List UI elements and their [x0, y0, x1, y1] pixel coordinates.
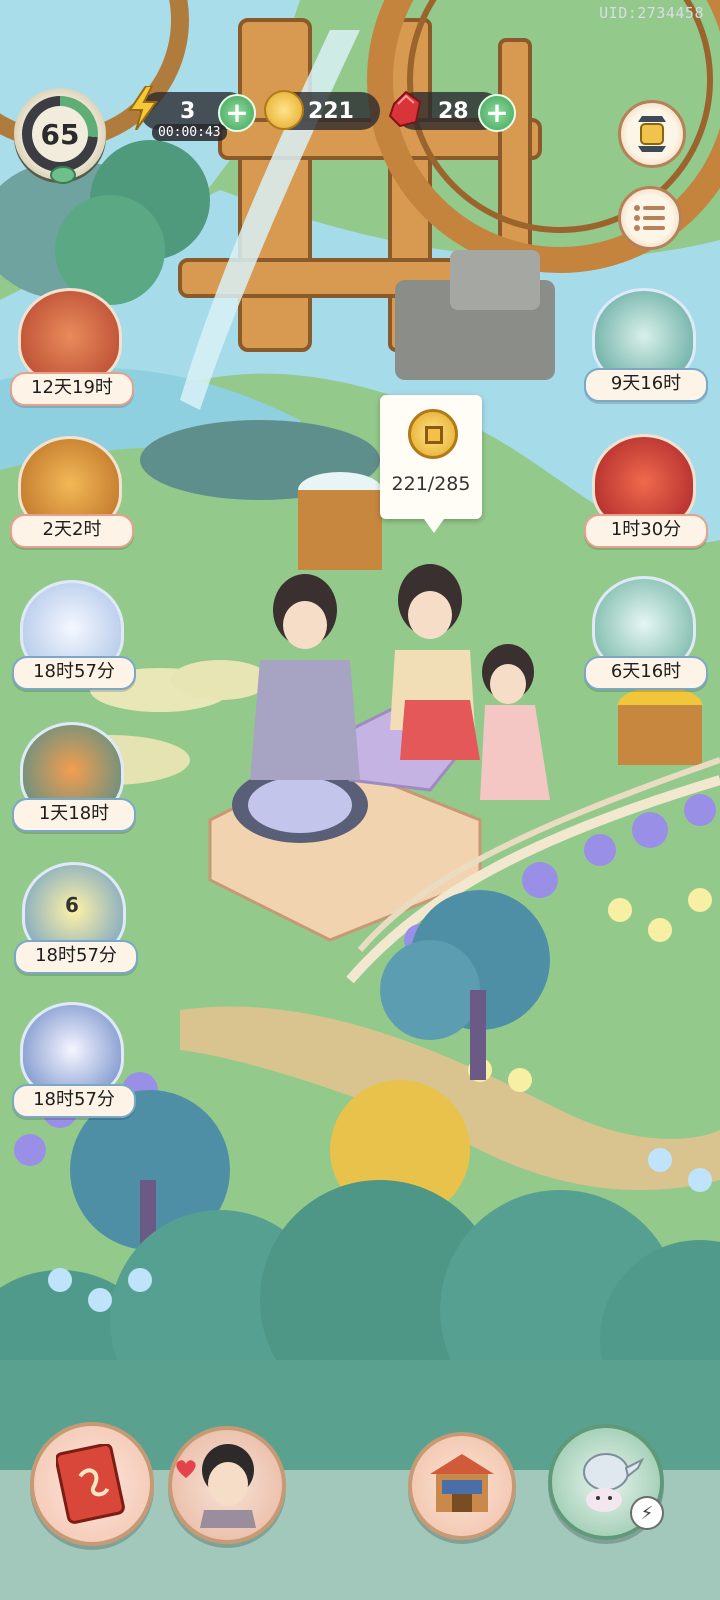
character-button[interactable] — [168, 1426, 286, 1544]
lantern-button[interactable] — [618, 100, 686, 168]
gem-value: 28 — [438, 98, 469, 124]
shop-button[interactable] — [408, 1432, 516, 1540]
heart-icon — [176, 1460, 196, 1478]
event-timer: 9天16时 — [584, 368, 708, 402]
list-menu-icon — [634, 205, 665, 231]
event-maple-festival[interactable]: 1天18时 — [12, 722, 136, 832]
event-cat-gift[interactable]: 6天16时 — [584, 576, 708, 690]
event-timer: 1时30分 — [584, 514, 708, 548]
event-timer: 18时57分 — [14, 940, 138, 974]
event-treasure-chest[interactable]: 2天2时 — [10, 436, 134, 548]
energy-value: 3 — [180, 98, 196, 124]
leaf-icon — [50, 166, 76, 184]
refresh-arrow-icon: ⚡ — [630, 1496, 664, 1530]
event-timer: 12天19时 — [10, 372, 134, 406]
red-book-icon — [56, 1444, 125, 1524]
character-portrait-icon — [200, 1444, 256, 1528]
add-gems-button[interactable]: + — [478, 94, 516, 132]
event-timer: 1天18时 — [12, 798, 136, 832]
event-timer: 18时57分 — [12, 656, 136, 690]
event-timer: 2天2时 — [10, 514, 134, 548]
event-spirit-beast[interactable]: 9天16时 — [584, 288, 708, 402]
event-lucky-cat-kite[interactable]: 18时57分 — [12, 1002, 136, 1118]
lotus-count-badge: 6 — [65, 893, 79, 917]
journal-button[interactable] — [30, 1422, 154, 1546]
event-timer: 18时57分 — [12, 1084, 136, 1118]
lightning-icon — [128, 86, 158, 130]
book-scroll-icon — [18, 288, 122, 384]
shop-building-icon — [430, 1454, 494, 1512]
coin-icon — [264, 90, 304, 130]
coin-value: 221 — [308, 98, 354, 124]
event-lotus[interactable]: 6 18时57分 — [14, 862, 138, 974]
coin-icon — [408, 409, 458, 459]
event-book-scroll[interactable]: 12天19时 — [10, 288, 134, 406]
energy-timer: 00:00:43 — [152, 124, 227, 141]
event-timer: 6天16时 — [584, 656, 708, 690]
tea-button[interactable]: ⚡ — [548, 1424, 664, 1540]
ruby-gem-icon — [388, 90, 422, 128]
coin-collect-bubble[interactable]: 221/285 — [380, 395, 482, 533]
lantern-icon — [638, 116, 666, 152]
event-snowman[interactable]: 18时57分 — [12, 580, 136, 690]
player-level-badge[interactable]: 65 — [14, 88, 106, 184]
player-level: 65 — [32, 106, 88, 162]
event-red-gift-box[interactable]: 1时30分 — [584, 434, 708, 548]
level-progress-ring: 65 — [22, 96, 98, 172]
menu-button[interactable] — [618, 186, 682, 250]
coin-progress: 221/285 — [391, 473, 471, 495]
uid-label: UID:2734458 — [599, 4, 704, 22]
